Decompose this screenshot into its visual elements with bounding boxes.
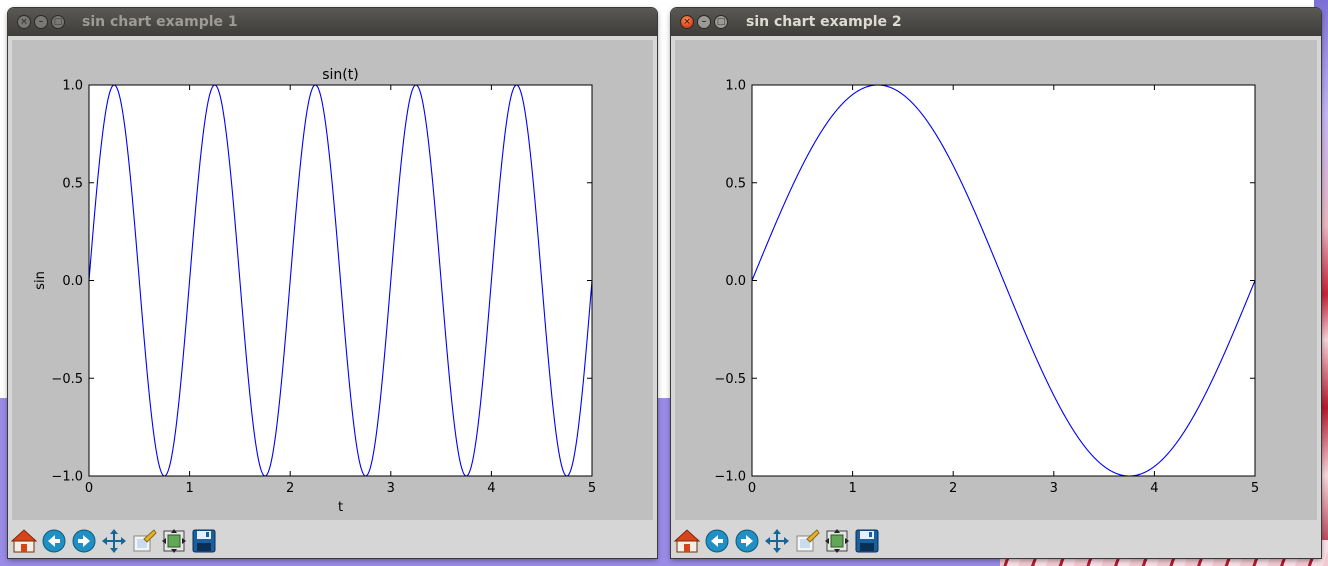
save-icon (192, 529, 216, 553)
y-axis-label: sin (33, 271, 48, 290)
y-tick-label: −1.0 (51, 470, 83, 485)
pan-icon (102, 529, 126, 553)
close-icon[interactable]: × (17, 15, 31, 29)
close-icon[interactable]: × (680, 15, 694, 29)
titlebar[interactable]: × – □ sin chart example 1 (8, 8, 657, 36)
home-icon (10, 529, 38, 553)
forward-button[interactable] (733, 527, 761, 555)
zoom-button[interactable] (793, 527, 821, 555)
pan-icon (765, 529, 789, 553)
forward-icon (735, 529, 759, 553)
x-tick-label: 3 (387, 481, 395, 496)
x-tick-label: 5 (1251, 481, 1259, 496)
back-icon (705, 529, 729, 553)
y-tick-label: 1.0 (62, 79, 83, 94)
minimize-icon[interactable]: – (697, 15, 711, 29)
x-tick-label: 2 (286, 481, 294, 496)
subplots-icon (162, 529, 186, 553)
window-title: sin chart example 1 (82, 14, 238, 30)
minimize-icon[interactable]: – (34, 15, 48, 29)
y-tick-label: 0.0 (62, 274, 83, 289)
forward-button[interactable] (70, 527, 98, 555)
window-title: sin chart example 2 (746, 14, 902, 30)
subplots-button[interactable] (160, 527, 188, 555)
x-tick-label: 3 (1050, 481, 1058, 496)
maximize-icon[interactable]: □ (714, 15, 728, 29)
navigation-toolbar (8, 524, 657, 558)
y-tick-label: 0.5 (725, 176, 746, 191)
figure-canvas[interactable]: 0 1 2 3 4 5 1.0 0.5 0.0 −0.5 −1.0 sin(t) t sin (12, 40, 653, 520)
y-tick-label: 1.0 (725, 79, 746, 94)
y-tick-label: −0.5 (714, 372, 746, 387)
x-tick-label: 4 (1150, 481, 1158, 496)
y-tick-label: −1.0 (714, 470, 746, 485)
save-button[interactable] (190, 527, 218, 555)
figure-canvas[interactable]: 0 1 2 3 4 5 1.0 0.5 0.0 −0.5 −1.0 (675, 40, 1317, 520)
subplots-icon (825, 529, 849, 553)
y-tick-label: 0.0 (725, 274, 746, 289)
x-tick-label: 5 (588, 481, 596, 496)
x-tick-label: 0 (748, 481, 756, 496)
maximize-icon[interactable]: □ (51, 15, 65, 29)
x-axis-label: t (338, 500, 343, 515)
back-button[interactable] (703, 527, 731, 555)
y-tick-label: −0.5 (51, 372, 83, 387)
zoom-button[interactable] (130, 527, 158, 555)
window-sin-chart-1: × – □ sin chart example 1 0 1 2 3 4 5 1.0 0.5 0.… (8, 8, 657, 558)
window-sin-chart-2: × – □ sin chart example 2 0 1 2 3 4 5 1.0 0.5 0.… (671, 8, 1321, 558)
zoom-icon (133, 529, 157, 552)
y-tick-label: 0.5 (62, 176, 83, 191)
back-button[interactable] (40, 527, 68, 555)
x-tick-label: 2 (949, 481, 957, 496)
titlebar[interactable]: × – □ sin chart example 2 (671, 8, 1321, 36)
chart: 0 1 2 3 4 5 1.0 0.5 0.0 −0.5 −1.0 (714, 79, 1259, 497)
zoom-icon (796, 529, 820, 552)
navigation-toolbar (671, 524, 1321, 558)
chart: 0 1 2 3 4 5 1.0 0.5 0.0 −0.5 −1.0 sin(t) t sin (33, 67, 596, 515)
chart-title: sin(t) (322, 67, 358, 83)
forward-icon (72, 529, 96, 553)
save-icon (855, 529, 879, 553)
x-tick-label: 4 (487, 481, 495, 496)
pan-button[interactable] (100, 527, 128, 555)
save-button[interactable] (853, 527, 881, 555)
back-icon (42, 529, 66, 553)
home-button[interactable] (10, 527, 38, 555)
x-tick-label: 1 (848, 481, 856, 496)
home-button[interactable] (673, 527, 701, 555)
pan-button[interactable] (763, 527, 791, 555)
subplots-button[interactable] (823, 527, 851, 555)
home-icon (673, 529, 701, 553)
x-tick-label: 1 (185, 481, 193, 496)
x-tick-label: 0 (85, 481, 93, 496)
